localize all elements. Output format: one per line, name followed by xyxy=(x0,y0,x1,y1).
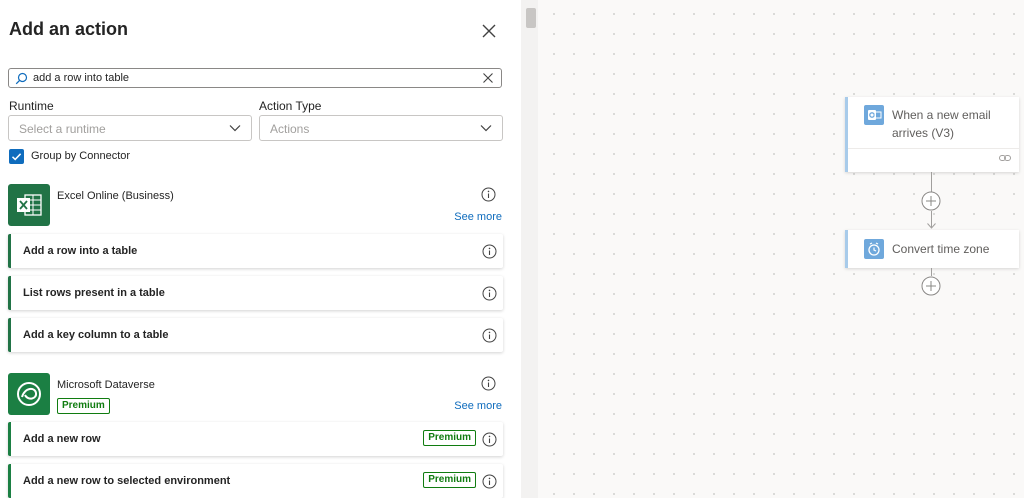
premium-badge: Premium xyxy=(57,398,110,414)
link-icon xyxy=(999,155,1011,161)
excel-icon xyxy=(17,194,42,216)
action-card-label: Add a key column to a table xyxy=(23,329,169,341)
action-card-add-new-row-selected-env[interactable]: Add a new row to selected environment Pr… xyxy=(8,464,503,498)
action-card-label: Add a new row xyxy=(23,433,101,445)
node-title: Convert time zone xyxy=(892,242,990,256)
flow-canvas: When a new email arrives (V3) Convert ti… xyxy=(538,0,1024,498)
info-icon[interactable] xyxy=(482,244,497,259)
chevron-down-icon xyxy=(229,125,241,132)
info-icon[interactable] xyxy=(482,328,497,343)
action-card-add-key-column[interactable]: Add a key column to a table xyxy=(8,318,503,352)
group-by-connector-label: Group by Connector xyxy=(31,150,131,162)
connector-line xyxy=(931,268,932,276)
info-icon[interactable] xyxy=(481,187,496,202)
action-node-convert-time-zone[interactable]: Convert time zone xyxy=(845,230,1019,268)
info-icon[interactable] xyxy=(481,376,496,391)
action-card-list-rows[interactable]: List rows present in a table xyxy=(8,276,503,310)
action-type-dropdown[interactable]: Actions xyxy=(259,115,503,141)
chevron-down-icon xyxy=(480,125,492,132)
node-title: When a new email arrives (V3) xyxy=(892,108,991,140)
arrow-down-icon xyxy=(927,223,936,229)
runtime-placeholder: Select a runtime xyxy=(19,122,106,136)
checkmark-icon xyxy=(11,153,22,161)
dataverse-logo xyxy=(8,373,50,415)
search-icon xyxy=(15,72,28,85)
add-step-icon[interactable] xyxy=(921,191,941,211)
connector-line xyxy=(931,172,932,192)
action-card-label: Add a row into a table xyxy=(23,245,138,257)
premium-badge: Premium xyxy=(423,472,476,488)
action-type-label: Action Type xyxy=(259,99,322,113)
dataverse-see-more-link[interactable]: See more xyxy=(454,400,502,412)
trigger-node-new-email[interactable]: When a new email arrives (V3) xyxy=(845,97,1019,172)
excel-connector-name: Excel Online (Business) xyxy=(57,190,174,202)
dataverse-icon xyxy=(17,382,41,406)
action-card-add-row-into-table[interactable]: Add a row into a table xyxy=(8,234,503,268)
info-icon[interactable] xyxy=(482,432,497,447)
node-divider xyxy=(848,148,1019,149)
info-icon[interactable] xyxy=(482,474,497,489)
action-card-add-new-row[interactable]: Add a new row Premium xyxy=(8,422,503,456)
panel-scrollbar-track[interactable] xyxy=(521,0,538,498)
search-box xyxy=(8,68,502,88)
premium-badge: Premium xyxy=(423,430,476,446)
close-icon xyxy=(482,24,496,38)
excel-see-more-link[interactable]: See more xyxy=(454,211,502,223)
excel-online-logo xyxy=(8,184,50,226)
add-step-icon[interactable] xyxy=(921,276,941,296)
runtime-dropdown[interactable]: Select a runtime xyxy=(8,115,252,141)
search-input[interactable] xyxy=(33,70,473,86)
action-card-label: Add a new row to selected environment xyxy=(23,475,231,487)
add-action-panel: Add an action Runtime Select a runtime A… xyxy=(0,0,521,498)
panel-title: Add an action xyxy=(9,19,129,39)
clear-search-icon[interactable] xyxy=(482,72,494,84)
clock-icon xyxy=(864,239,884,259)
action-type-placeholder: Actions xyxy=(270,122,310,136)
dataverse-connector-name: Microsoft Dataverse xyxy=(57,379,155,391)
action-card-label: List rows present in a table xyxy=(23,287,165,299)
close-button[interactable] xyxy=(478,20,500,42)
outlook-icon xyxy=(864,105,884,125)
panel-scrollbar-thumb[interactable] xyxy=(526,8,536,28)
runtime-label: Runtime xyxy=(9,99,54,113)
group-by-connector-checkbox[interactable] xyxy=(9,149,24,164)
info-icon[interactable] xyxy=(482,286,497,301)
